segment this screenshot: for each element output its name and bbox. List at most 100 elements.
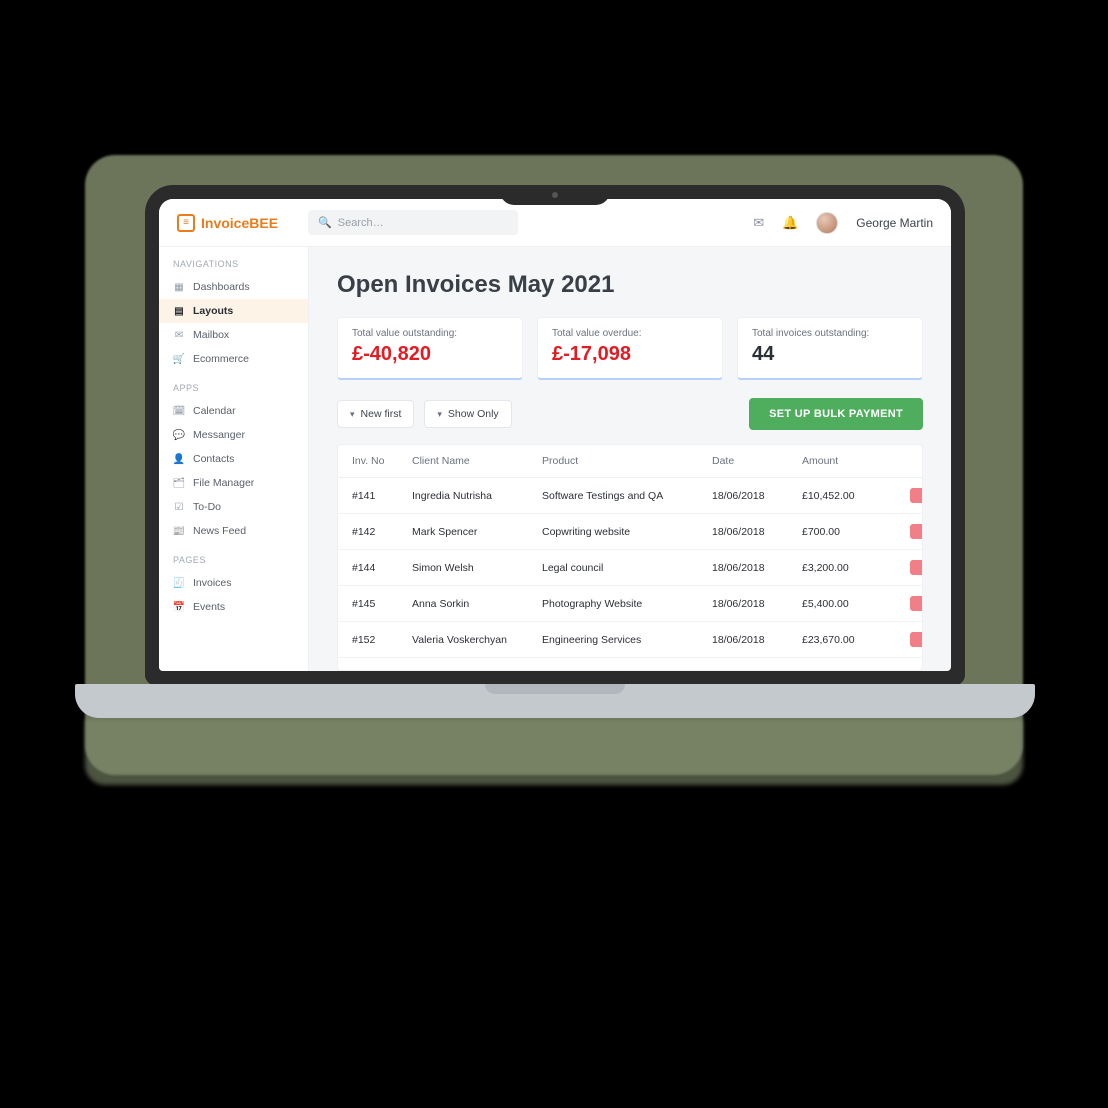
status-badge: DUE: [910, 524, 923, 539]
sidebar-item-contacts[interactable]: 👤 Contacts: [159, 447, 308, 471]
search-icon: 🔍: [318, 216, 332, 229]
contacts-icon: 👤: [173, 453, 185, 465]
sort-dropdown[interactable]: ▾ New first: [337, 400, 414, 428]
sidebar-item-to-do[interactable]: ☑ To-Do: [159, 495, 308, 519]
table-cell-amount: £700.00: [802, 526, 892, 538]
sidebar-item-label: Messanger: [193, 429, 245, 441]
table-cell-product: Software Testings and QA: [542, 490, 712, 502]
summary-cards: Total value outstanding:£-40,820Total va…: [337, 317, 923, 380]
status-badge: DUE: [910, 560, 923, 575]
invoices-table: Inv. NoClient NameProductDateAmountStatu…: [337, 444, 923, 671]
sidebar-item-dashboards[interactable]: ▦ Dashboards: [159, 275, 308, 299]
card-label: Total value outstanding:: [352, 328, 508, 339]
todo-icon: ☑: [173, 501, 185, 513]
brand[interactable]: ≡ InvoiceBEE: [177, 214, 278, 232]
table-header-cell: Inv. No: [352, 455, 412, 467]
table-cell-amount: £23,670.00: [802, 634, 892, 646]
sidebar-item-label: Contacts: [193, 453, 234, 465]
table-cell-no: #142: [352, 526, 412, 538]
table-cell-amount: £3,200.00: [802, 562, 892, 574]
sidebar-item-layouts[interactable]: ▤Layouts: [159, 299, 308, 323]
sidebar-item-label: To-Do: [193, 501, 221, 513]
card-value: £-17,098: [552, 343, 708, 366]
grid-icon: ▦: [173, 281, 185, 293]
controls-row: ▾ New first ▾ Show Only SET UP BULK PAYM…: [337, 398, 923, 430]
bell-icon[interactable]: 🔔: [782, 215, 798, 231]
table-row[interactable]: #142Mark SpencerCopwriting website18/06/…: [338, 514, 922, 550]
table-cell-client: Ingredia Nutrisha: [412, 490, 542, 502]
table-header-cell: Amount: [802, 455, 892, 467]
brand-text: InvoiceBEE: [201, 215, 278, 231]
table-cell-client: Valeria Voskerchyan: [412, 634, 542, 646]
sidebar-item-invoices[interactable]: 🧾Invoices: [159, 571, 308, 595]
sidebar-item-label: Dashboards: [193, 281, 250, 293]
cart-icon: 🛒: [173, 353, 185, 365]
sidebar-item-label: Calendar: [193, 405, 236, 417]
table-cell-amount: £5,400.00: [802, 598, 892, 610]
sort-label: New first: [361, 408, 402, 420]
avatar[interactable]: [816, 212, 838, 234]
bulk-payment-button[interactable]: SET UP BULK PAYMENT: [749, 398, 923, 430]
sidebar-item-ecommerce[interactable]: 🛒Ecommerce: [159, 347, 308, 371]
table-cell-date: 18/06/2018: [712, 598, 802, 610]
laptop-base: [75, 684, 1035, 718]
filter-dropdown[interactable]: ▾ Show Only: [424, 400, 511, 428]
table-cell-date: 18/06/2018: [712, 634, 802, 646]
table-cell-no: #152: [352, 634, 412, 646]
search-input[interactable]: 🔍 Search…: [308, 210, 518, 235]
table-row[interactable]: #152Valeria VoskerchyanEngineering Servi…: [338, 622, 922, 658]
chevron-down-icon: ▾: [437, 409, 442, 420]
mail-icon: ✉: [173, 329, 185, 341]
sidebar-item-label: File Manager: [193, 477, 254, 489]
table-cell-client: Simon Welsh: [412, 562, 542, 574]
mail-icon[interactable]: ✉: [753, 215, 764, 231]
table-row[interactable]: #145Anna SorkinPhotography Website18/06/…: [338, 586, 922, 622]
table-header-cell: Status: [892, 455, 923, 467]
sidebar-item-file-manager[interactable]: 🗂 File Manager: [159, 471, 308, 495]
table-cell-date: 18/06/2018: [712, 562, 802, 574]
table-header-cell: Client Name: [412, 455, 542, 467]
card-label: Total invoices outstanding:: [752, 328, 908, 339]
sidebar-heading: PAGES: [159, 543, 308, 571]
table-header-cell: Product: [542, 455, 712, 467]
table-cell-product: Legal council: [542, 562, 712, 574]
filter-label: Show Only: [448, 408, 499, 420]
page-title: Open Invoices May 2021: [337, 271, 923, 299]
table-row[interactable]: #141Ingredia NutrishaSoftware Testings a…: [338, 478, 922, 514]
status-badge: DUE: [910, 596, 923, 611]
calendar-icon: 🗓: [173, 405, 185, 417]
table-cell-no: #144: [352, 562, 412, 574]
sidebar-item-events[interactable]: 📅Events: [159, 595, 308, 619]
layout-icon: ▤: [173, 305, 185, 317]
sidebar-item-label: News Feed: [193, 525, 246, 537]
laptop-notch: [500, 185, 610, 205]
username[interactable]: George Martin: [856, 216, 933, 230]
summary-card: Total value overdue: £-17,098: [537, 317, 723, 380]
sidebar-item-news-feed[interactable]: 📰 News Feed: [159, 519, 308, 543]
topbar: ≡ InvoiceBEE 🔍 Search… ✉ 🔔 George Martin: [159, 199, 951, 247]
table-row[interactable]: #144Simon WelshLegal council18/06/2018£3…: [338, 550, 922, 586]
sidebar-heading: APPS: [159, 371, 308, 399]
screen: ≡ InvoiceBEE 🔍 Search… ✉ 🔔 George Martin…: [159, 199, 951, 671]
brand-icon: ≡: [177, 214, 195, 232]
chat-icon: 💬: [173, 429, 185, 441]
table-cell-product: Copwriting website: [542, 526, 712, 538]
camera-dot: [552, 192, 558, 198]
invoice-icon: 🧾: [173, 577, 185, 589]
summary-card: Total value outstanding:£-40,820: [337, 317, 523, 380]
sidebar-item-calendar[interactable]: 🗓 Calendar: [159, 399, 308, 423]
sidebar-item-mailbox[interactable]: ✉ Mailbox: [159, 323, 308, 347]
laptop-frame: ≡ InvoiceBEE 🔍 Search… ✉ 🔔 George Martin…: [145, 185, 965, 685]
table-header-cell: Date: [712, 455, 802, 467]
sidebar: NAVIGATIONS▦Dashboards▤Layouts✉Mailbox🛒E…: [159, 247, 309, 671]
table-cell-date: 18/06/2018: [712, 490, 802, 502]
table-cell-product: Photography Website: [542, 598, 712, 610]
sidebar-item-messanger[interactable]: 💬 Messanger: [159, 423, 308, 447]
sidebar-item-label: Mailbox: [193, 329, 229, 341]
folder-icon: 🗂: [173, 477, 185, 489]
main-content: Open Invoices May 2021 Total value outst…: [309, 247, 951, 671]
table-cell-client: Mark Spencer: [412, 526, 542, 538]
sidebar-item-label: Events: [193, 601, 225, 613]
news-icon: 📰: [173, 525, 185, 537]
card-label: Total value overdue:: [552, 328, 708, 339]
